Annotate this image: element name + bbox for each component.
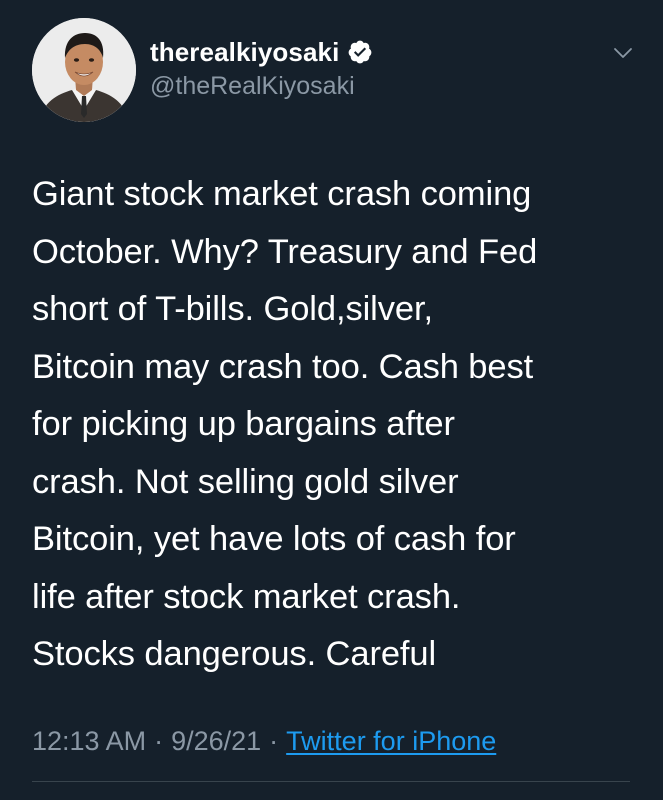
divider: [32, 781, 630, 782]
tweet-card: therealkiyosaki @theRealKiyosaki Giant s…: [0, 0, 663, 800]
profile-photo: [32, 18, 136, 122]
avatar[interactable]: [32, 18, 136, 122]
meta-separator: ·: [269, 725, 279, 756]
tweet-date[interactable]: 9/26/21: [171, 726, 261, 757]
chevron-down-icon: [614, 48, 632, 58]
display-name[interactable]: therealkiyosaki: [150, 37, 339, 68]
tweet-source-link[interactable]: Twitter for iPhone: [286, 726, 496, 757]
author-handle[interactable]: @theRealKiyosaki: [150, 72, 355, 101]
author-name-row[interactable]: therealkiyosaki: [150, 34, 373, 70]
tweet-meta: 12:13 AM · 9/26/21 · Twitter for iPhone: [32, 721, 496, 761]
meta-separator: ·: [154, 725, 164, 756]
more-options-button[interactable]: [606, 38, 640, 68]
verified-badge-icon: [347, 39, 373, 65]
tweet-time[interactable]: 12:13 AM: [32, 726, 146, 757]
tweet-text: Giant stock market crash coming October.…: [32, 175, 538, 673]
